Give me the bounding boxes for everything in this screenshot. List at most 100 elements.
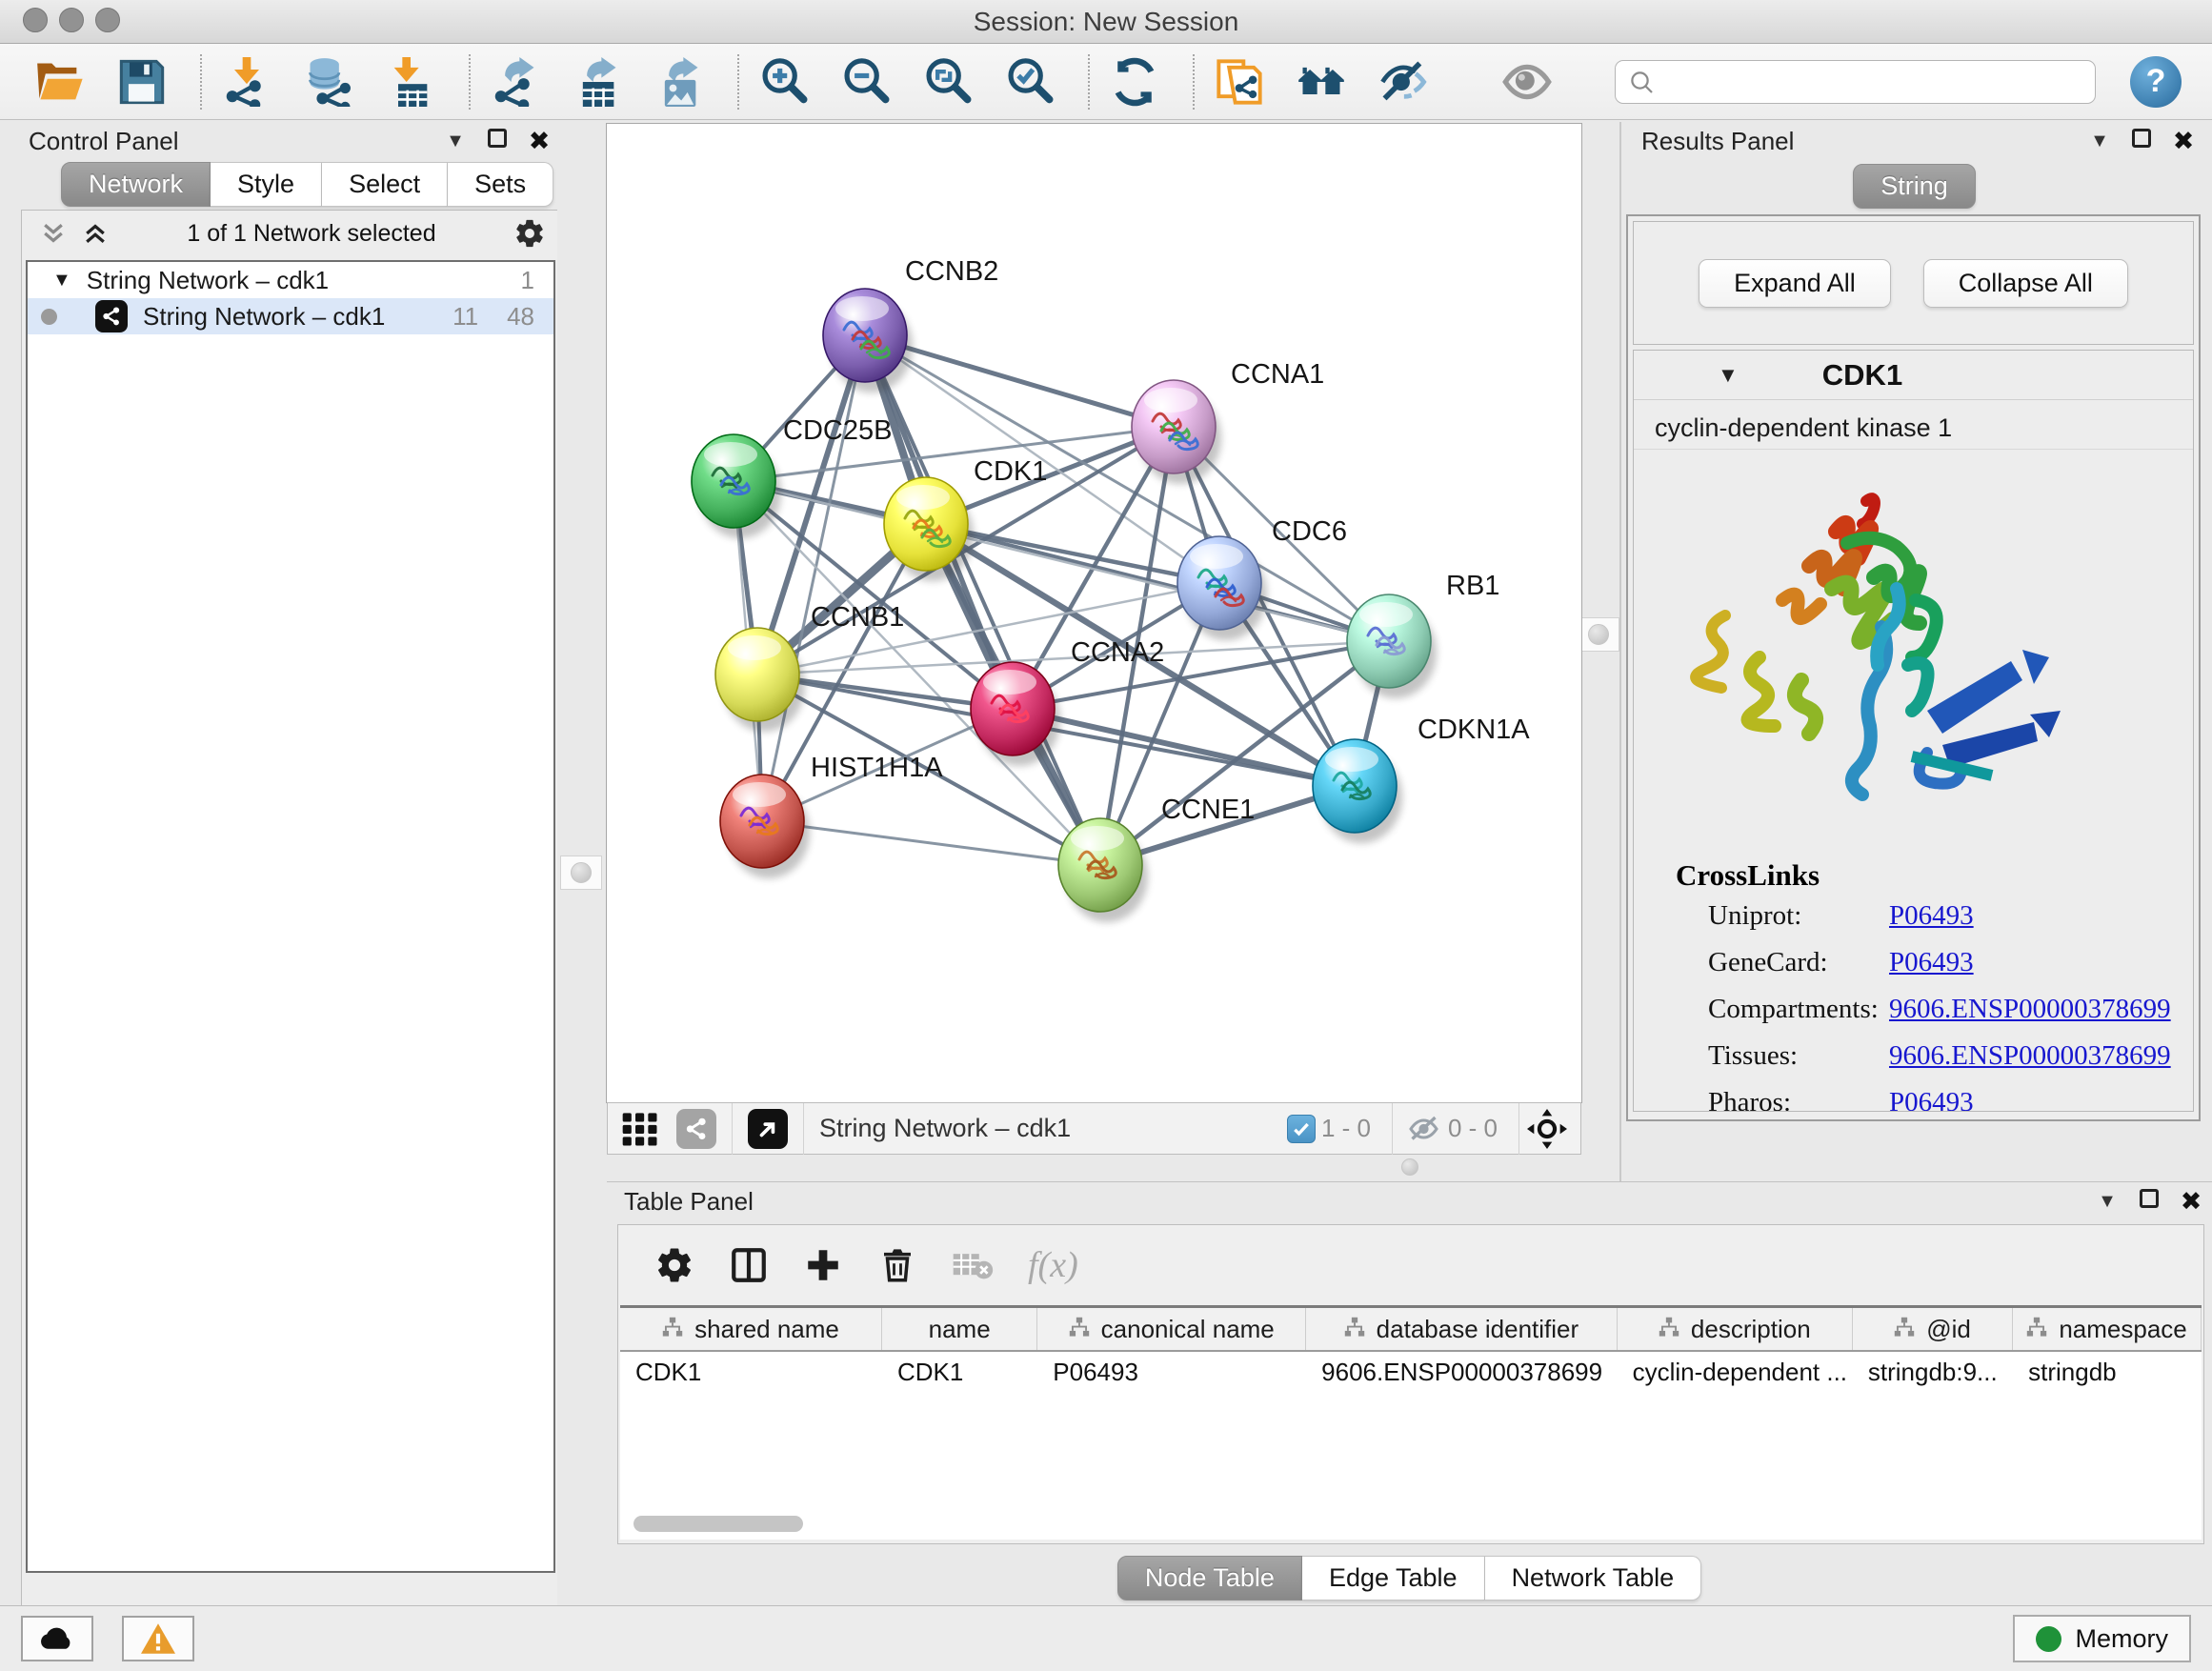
- section-collapse-icon[interactable]: ▼: [1718, 363, 1739, 388]
- table-panel: Table Panel ▼ ✖ f(x) shared namenamecano…: [607, 1181, 2212, 1605]
- network-view-toolbar: String Network – cdk1 1 - 0 0 - 0: [607, 1102, 1581, 1155]
- tab-string[interactable]: String: [1853, 164, 1976, 209]
- graph-edge-CCNB2-HIST1H1A[interactable]: [762, 335, 865, 821]
- graph-node-CDKN1A[interactable]: CDKN1A: [1313, 715, 1530, 843]
- splitter-handle[interactable]: [1401, 1158, 1418, 1176]
- graph-node-CCNB1[interactable]: CCNB1: [715, 602, 904, 732]
- export-image-button[interactable]: [652, 54, 707, 110]
- network-share-icon[interactable]: [676, 1109, 716, 1149]
- graph-node-CCNB2[interactable]: CCNB2: [823, 256, 998, 393]
- tab-node-table[interactable]: Node Table: [1117, 1556, 1302, 1601]
- results-panel: Results Panel ▼ ✖ String Expand All Coll…: [1619, 122, 2204, 1181]
- graph-node-RB1[interactable]: RB1: [1347, 571, 1499, 698]
- tab-network[interactable]: Network: [61, 162, 211, 207]
- birds-eye-view-icon[interactable]: [748, 1109, 788, 1149]
- cloud-status-button[interactable]: [21, 1616, 93, 1661]
- export-table-button[interactable]: [570, 54, 625, 110]
- refresh-button[interactable]: [1107, 54, 1162, 110]
- graphics-details-icon[interactable]: [621, 1110, 659, 1148]
- search-input[interactable]: [1615, 60, 2096, 104]
- zoom-out-button[interactable]: [838, 54, 894, 110]
- graph-edge-CCNA2-CDKN1A[interactable]: [1013, 709, 1355, 786]
- import-network-button[interactable]: [219, 54, 274, 110]
- zoom-selected-button[interactable]: [1002, 54, 1057, 110]
- splitter-handle[interactable]: [571, 862, 592, 883]
- graph-node-HIST1H1A[interactable]: HIST1H1A: [720, 753, 943, 878]
- warnings-button[interactable]: [122, 1616, 194, 1661]
- network-options-gear-icon[interactable]: [513, 217, 546, 250]
- panel-close-icon[interactable]: ✖: [2170, 1187, 2212, 1217]
- table-row[interactable]: CDK1CDK1P064939606.ENSP00000378699cyclin…: [620, 1352, 2202, 1392]
- protein-description: cyclin-dependent kinase 1: [1634, 400, 2193, 450]
- column-header-namespace[interactable]: namespace: [2013, 1308, 2202, 1350]
- zoom-fit-button[interactable]: [920, 54, 975, 110]
- tab-style[interactable]: Style: [211, 162, 322, 207]
- panel-close-icon[interactable]: ✖: [2162, 127, 2204, 156]
- import-table-button[interactable]: [383, 54, 438, 110]
- delete-column-icon[interactable]: [877, 1245, 917, 1285]
- open-session-button[interactable]: [32, 54, 88, 110]
- panel-float-icon[interactable]: [2121, 128, 2162, 154]
- protein-section-header[interactable]: ▼ CDK1: [1634, 351, 2193, 400]
- network-row[interactable]: String Network – cdk1 11 48: [28, 298, 553, 334]
- tab-network-table[interactable]: Network Table: [1485, 1556, 1702, 1601]
- selection-checkbox-icon[interactable]: [1287, 1115, 1316, 1143]
- splitter-handle[interactable]: [1588, 624, 1609, 645]
- memory-button[interactable]: Memory: [2013, 1615, 2191, 1662]
- crosslink-link[interactable]: P06493: [1889, 1087, 1974, 1112]
- fit-selected-crosshair-icon[interactable]: [1527, 1109, 1567, 1149]
- panel-float-icon[interactable]: [2128, 1188, 2170, 1215]
- graph-node-CDC6[interactable]: CDC6: [1177, 516, 1347, 640]
- crosslink-link[interactable]: 9606.ENSP00000378699: [1889, 994, 2171, 1025]
- column-header-shared-name[interactable]: shared name: [620, 1308, 882, 1350]
- graph-node-CDC25B[interactable]: CDC25B: [692, 415, 892, 538]
- table-mode-gear-icon[interactable]: [654, 1245, 694, 1285]
- panel-menu-icon[interactable]: ▼: [434, 131, 476, 152]
- expand-all-button[interactable]: Expand All: [1699, 259, 1891, 308]
- graph-node-CCNE1[interactable]: CCNE1: [1058, 795, 1255, 922]
- hide-selected-button[interactable]: [1376, 54, 1431, 110]
- left-splitter[interactable]: [557, 120, 607, 1605]
- show-columns-icon[interactable]: [729, 1245, 769, 1285]
- column-header-canonical-name[interactable]: canonical name: [1037, 1308, 1306, 1350]
- expand-all-icon[interactable]: [81, 219, 110, 248]
- export-network-button[interactable]: [488, 54, 543, 110]
- network-type-icon: [95, 300, 128, 332]
- crosslink-link[interactable]: P06493: [1889, 900, 1974, 932]
- crosslink-link[interactable]: 9606.ENSP00000378699: [1889, 1040, 2171, 1072]
- panel-float-icon[interactable]: [476, 128, 518, 154]
- collapse-all-button[interactable]: Collapse All: [1923, 259, 2128, 308]
- column-header-name[interactable]: name: [882, 1308, 1037, 1350]
- tab-edge-table[interactable]: Edge Table: [1302, 1556, 1485, 1601]
- zoom-in-button[interactable]: [756, 54, 812, 110]
- column-header-description[interactable]: description: [1618, 1308, 1853, 1350]
- network-canvas[interactable]: CCNB2CCNA1CDC25BCDK1CDC6RB1CCNB1CCNA2CDK…: [607, 124, 1581, 1102]
- toolbar-separator: [200, 54, 202, 110]
- collection-collapse-icon[interactable]: ▼: [52, 270, 71, 292]
- crosslink-link[interactable]: P06493: [1889, 947, 1974, 978]
- right-splitter[interactable]: [1581, 120, 1619, 1181]
- graph-edge-HIST1H1A-CCNE1[interactable]: [762, 821, 1100, 865]
- current-network-dot: [41, 309, 57, 325]
- table-hscrollbar-thumb[interactable]: [633, 1516, 803, 1532]
- collapse-all-icon[interactable]: [39, 219, 68, 248]
- panel-close-icon[interactable]: ✖: [518, 127, 560, 156]
- network-collection-row[interactable]: ▼ String Network – cdk1 1: [28, 262, 553, 298]
- help-button[interactable]: ?: [2130, 56, 2182, 108]
- first-neighbors-button[interactable]: [1294, 54, 1349, 110]
- graph-node-CCNA1[interactable]: CCNA1: [1132, 359, 1324, 484]
- import-network-from-database-button[interactable]: [301, 54, 356, 110]
- create-column-icon[interactable]: [803, 1245, 843, 1285]
- panel-menu-icon[interactable]: ▼: [2079, 131, 2121, 152]
- column-header-database-identifier[interactable]: database identifier: [1306, 1308, 1617, 1350]
- graph-edge-CCNB2-CCNE1[interactable]: [865, 335, 1100, 865]
- show-all-button[interactable]: [1499, 54, 1555, 110]
- tab-select[interactable]: Select: [322, 162, 448, 207]
- crosslink-row: Compartments:9606.ENSP00000378699: [1708, 994, 2193, 1025]
- tab-sets[interactable]: Sets: [448, 162, 553, 207]
- column-header--id[interactable]: @id: [1853, 1308, 2013, 1350]
- new-network-from-selection-button[interactable]: [1212, 54, 1267, 110]
- save-session-button[interactable]: [114, 54, 170, 110]
- network-list: ▼ String Network – cdk1 1 String Network…: [26, 260, 555, 1573]
- panel-menu-icon[interactable]: ▼: [2086, 1191, 2128, 1213]
